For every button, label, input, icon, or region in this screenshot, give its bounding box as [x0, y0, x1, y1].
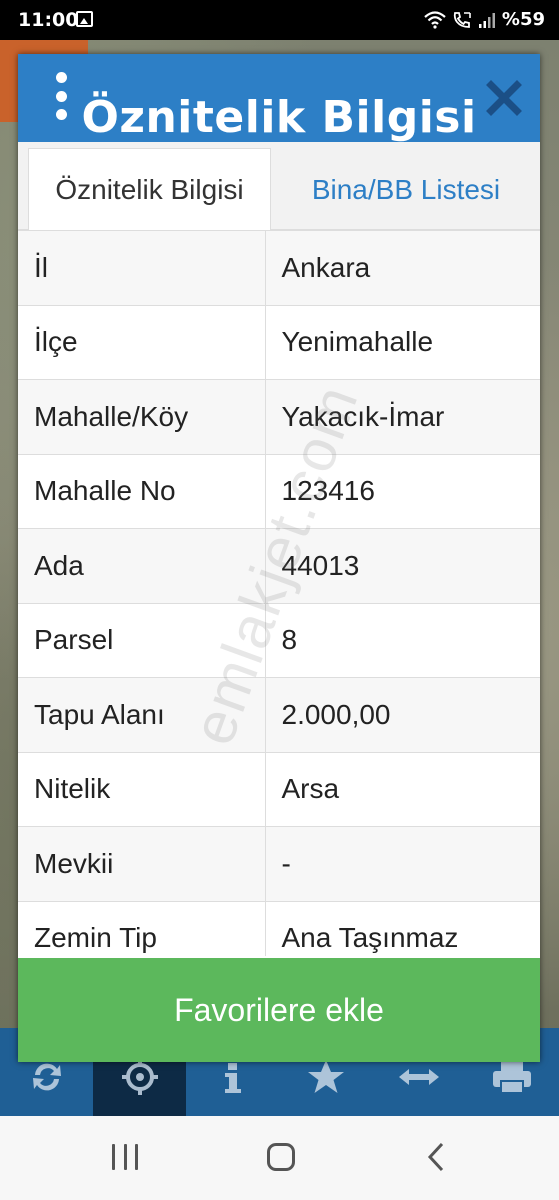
battery-level: %59	[501, 9, 545, 30]
recents-button[interactable]	[112, 1144, 138, 1170]
row-key: Zemin Tip	[18, 901, 266, 956]
attribute-table-container[interactable]: İl Ankara İlçe Yenimahalle Mahalle/Köy Yaka…	[18, 230, 540, 956]
row-key: Mahalle No	[18, 454, 266, 529]
add-to-favorites-button[interactable]: Favorilere ekle	[18, 958, 540, 1062]
print-icon	[493, 1061, 532, 1094]
row-value: 44013	[265, 528, 540, 604]
dialog-header: Öznitelik Bilgisi	[18, 54, 540, 143]
image-icon	[76, 11, 93, 27]
row-key: Nitelik	[18, 752, 266, 827]
row-key: Mevkii	[18, 826, 266, 902]
table-row: Parsel 8	[18, 603, 540, 678]
row-key: Mahalle/Köy	[18, 379, 266, 455]
attribute-table: İl Ankara İlçe Yenimahalle Mahalle/Köy Yaka…	[18, 230, 540, 956]
home-button[interactable]	[267, 1143, 295, 1171]
signal-icon	[478, 12, 495, 28]
table-row: Tapu Alanı 2.000,00	[18, 677, 540, 753]
table-row: Mevkii -	[18, 826, 540, 902]
row-value: Yenimahalle	[265, 305, 540, 380]
table-row: Zemin Tip Ana Taşınmaz	[18, 901, 540, 956]
wifi-icon	[424, 10, 446, 29]
table-row: Mahalle/Köy Yakacık-İmar	[18, 379, 540, 455]
table-row: İlçe Yenimahalle	[18, 305, 540, 380]
table-row: Nitelik Arsa	[18, 752, 540, 827]
recents-icon	[112, 1144, 115, 1170]
attribute-info-dialog: Öznitelik Bilgisi Öznitelik Bilgisi Bina…	[18, 54, 540, 1062]
tab-bar: Öznitelik Bilgisi Bina/BB Listesi	[18, 142, 540, 231]
locate-icon	[121, 1059, 158, 1095]
row-key: İlçe	[18, 305, 266, 380]
row-key: Tapu Alanı	[18, 677, 266, 753]
table-row: Mahalle No 123416	[18, 454, 540, 529]
row-value: Ankara	[265, 230, 540, 306]
row-value: Arsa	[265, 752, 540, 827]
row-key: İl	[18, 230, 266, 306]
close-icon[interactable]	[486, 80, 522, 116]
status-icons: %59	[424, 9, 545, 30]
row-value: Ana Taşınmaz	[265, 901, 540, 956]
tab-attribute-info[interactable]: Öznitelik Bilgisi	[28, 148, 271, 231]
status-bar: 11:00 %59	[0, 0, 559, 40]
row-value: 8	[265, 603, 540, 678]
table-row: Ada 44013	[18, 528, 540, 604]
call-icon	[453, 11, 471, 28]
row-value: 123416	[265, 454, 540, 529]
measure-icon	[399, 1069, 440, 1085]
info-icon	[224, 1063, 241, 1093]
row-value: 2.000,00	[265, 677, 540, 753]
row-key: Parsel	[18, 603, 266, 678]
row-key: Ada	[18, 528, 266, 604]
row-value: -	[265, 826, 540, 902]
tab-building-list[interactable]: Bina/BB Listesi	[276, 148, 536, 231]
status-time: 11:00	[18, 9, 79, 31]
dialog-title: Öznitelik Bilgisi	[81, 92, 477, 143]
system-nav-bar	[0, 1116, 559, 1200]
refresh-icon	[32, 1063, 61, 1091]
star-icon	[308, 1060, 344, 1093]
table-row: İl Ankara	[18, 230, 540, 306]
row-value: Yakacık-İmar	[265, 379, 540, 455]
back-button[interactable]	[426, 1142, 446, 1172]
